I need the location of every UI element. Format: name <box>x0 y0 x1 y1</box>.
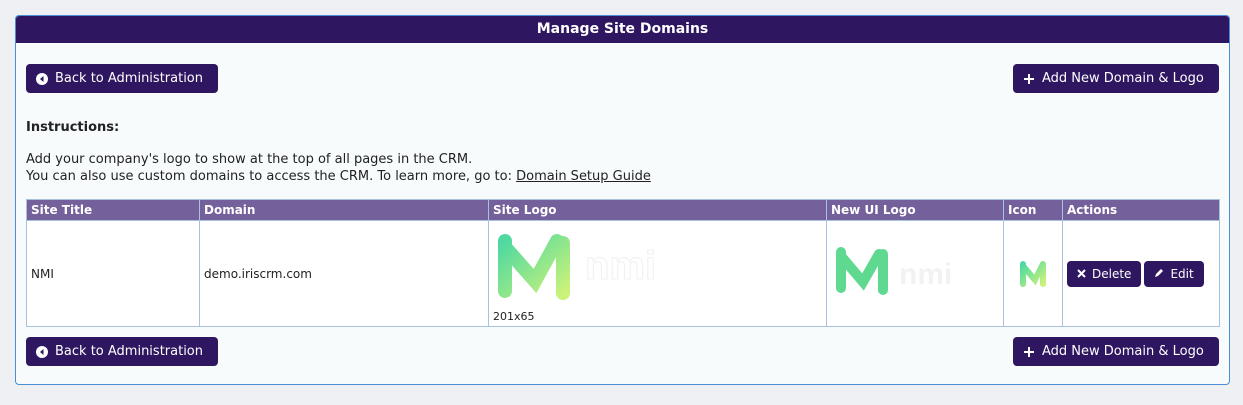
cell-site-logo: nmi 201x65 <box>488 220 827 327</box>
site-logo-text: nmi <box>585 244 656 288</box>
instructions-title: Instructions: <box>26 120 120 135</box>
new-ui-logo-image: nmi <box>836 247 952 295</box>
cell-actions: Delete Edit <box>1062 220 1220 327</box>
cell-new-ui-logo: nmi <box>826 220 1004 327</box>
cell-site-title: NMI <box>26 220 200 327</box>
domain-setup-guide-link[interactable]: Domain Setup Guide <box>516 169 651 184</box>
table-header-row: Site Title Domain Site Logo New UI Logo … <box>26 199 1220 221</box>
col-icon[interactable]: Icon <box>1003 199 1063 221</box>
instructions-line2-prefix: You can also use custom domains to acces… <box>26 169 517 184</box>
cell-icon <box>1003 220 1063 327</box>
col-new-ui-logo[interactable]: New UI Logo <box>826 199 1004 221</box>
circle-left-icon <box>36 345 48 358</box>
site-logo-image: nmi <box>498 234 657 300</box>
back-to-administration-button[interactable]: Back to Administration <box>26 64 218 93</box>
delete-button[interactable]: Delete <box>1067 260 1142 287</box>
cell-domain: demo.iriscrm.com <box>199 220 489 327</box>
logo-size-label: 201x65 <box>493 310 535 323</box>
site-icon-image <box>1020 260 1046 287</box>
add-new-domain-button[interactable]: Add New Domain & Logo <box>1013 64 1219 93</box>
back-label: Back to Administration <box>55 344 204 359</box>
col-site-title[interactable]: Site Title <box>26 199 200 221</box>
x-icon <box>1077 267 1086 281</box>
panel-title: Manage Site Domains <box>16 16 1229 43</box>
instructions-line1: Add your company's logo to show at the t… <box>26 152 473 167</box>
col-actions[interactable]: Actions <box>1062 199 1220 221</box>
instructions-line2: You can also use custom domains to acces… <box>26 168 651 185</box>
add-label: Add New Domain & Logo <box>1042 344 1204 359</box>
add-new-domain-button-bottom[interactable]: Add New Domain & Logo <box>1013 337 1219 366</box>
new-ui-logo-text: nmi <box>899 258 952 291</box>
add-label: Add New Domain & Logo <box>1042 71 1204 86</box>
circle-left-icon <box>36 72 48 85</box>
back-to-administration-button-bottom[interactable]: Back to Administration <box>26 337 218 366</box>
col-site-logo[interactable]: Site Logo <box>488 199 827 221</box>
edit-label: Edit <box>1170 266 1194 281</box>
delete-label: Delete <box>1092 266 1132 281</box>
edit-button[interactable]: Edit <box>1144 260 1204 287</box>
plus-icon <box>1023 346 1035 358</box>
pencil-icon <box>1154 267 1164 281</box>
manage-domains-panel: Manage Site Domains Back to Administrati… <box>15 15 1230 385</box>
instructions-text: Add your company's logo to show at the t… <box>26 151 651 185</box>
row-actions: Delete Edit <box>1067 260 1215 287</box>
domains-table: Site Title Domain Site Logo New UI Logo … <box>26 199 1220 327</box>
table-row: NMI demo.iriscrm.com nmi 201x65 nmi Dele… <box>26 220 1220 327</box>
back-label: Back to Administration <box>55 71 204 86</box>
col-domain[interactable]: Domain <box>199 199 489 221</box>
plus-icon <box>1023 73 1035 85</box>
